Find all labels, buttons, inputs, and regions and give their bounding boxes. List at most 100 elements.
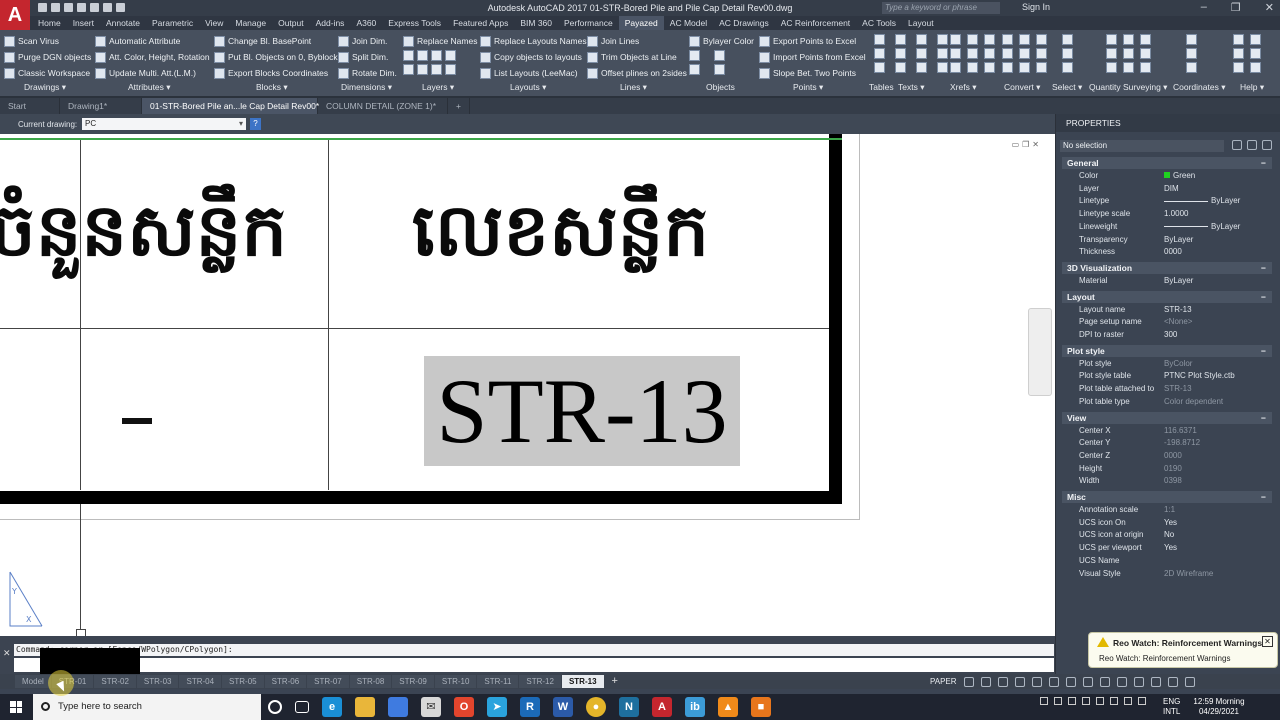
layout-tab-str-11[interactable]: STR-11 [477, 675, 519, 688]
drawing-settings-icon[interactable]: ? [250, 118, 261, 130]
close-icon[interactable]: ✕ [3, 648, 11, 659]
property-value[interactable]: 0000 [1164, 246, 1182, 259]
layer-tools-grid[interactable] [403, 50, 456, 75]
quick-access-toolbar[interactable] [38, 3, 125, 12]
convert-grid[interactable] [1002, 34, 1047, 73]
property-row-center-y[interactable]: Center Y -198.8712 [1062, 437, 1272, 450]
collapse-icon[interactable]: − [1261, 345, 1266, 357]
annotation-icon[interactable] [1082, 676, 1093, 687]
save-as-icon[interactable] [77, 3, 86, 12]
isolate-icon[interactable] [1133, 676, 1144, 687]
grip-handle[interactable] [76, 629, 86, 636]
tab-express-tools[interactable]: Express Tools [382, 16, 447, 30]
redo-icon[interactable] [116, 3, 125, 12]
tab-parametric[interactable]: Parametric [146, 16, 199, 30]
app-orange-icon[interactable]: ■ [751, 697, 771, 717]
store-icon[interactable] [388, 697, 408, 717]
ribbon-button-automatic-attribute[interactable]: Automatic Attribute [95, 33, 210, 49]
property-row-linetype-scale[interactable]: Linetype scale 1.0000 [1062, 208, 1272, 221]
ribbon-button-list-layouts-leemac[interactable]: List Layouts (LeeMac) [480, 65, 587, 81]
property-value[interactable]: 0000 [1164, 450, 1182, 463]
sheet-number-value[interactable]: STR-13 [424, 356, 740, 466]
clock[interactable]: 12:59 Morning 04/29/2021 [1192, 697, 1246, 717]
tab-output[interactable]: Output [272, 16, 310, 30]
tab-home[interactable]: Home [32, 16, 67, 30]
taskbar-search-input[interactable]: Type here to search [33, 694, 261, 720]
minimize-icon[interactable]: ▭ [1012, 140, 1020, 149]
property-value[interactable]: ByLayer [1164, 234, 1193, 247]
hardware-icon[interactable] [1150, 676, 1161, 687]
section-layout[interactable]: Layout − [1062, 290, 1272, 303]
ribbon-group-texts[interactable]: Texts ▾ [898, 82, 924, 93]
restore-icon[interactable]: ❐ [1022, 140, 1029, 149]
property-row-layer[interactable]: Layer DIM [1062, 183, 1272, 196]
snap-icon[interactable] [980, 676, 991, 687]
property-row-transparency[interactable]: Transparency ByLayer [1062, 234, 1272, 247]
revit-icon[interactable]: R [520, 697, 540, 717]
open-icon[interactable] [51, 3, 60, 12]
osnap-icon[interactable] [1031, 676, 1042, 687]
app-menu-logo[interactable]: A [0, 0, 30, 30]
reo-watch-notification[interactable]: Reo Watch: Reinforcement Warnings Reo Wa… [1088, 632, 1278, 668]
sheet-number-heading[interactable]: លេខសន្លឹក [412, 194, 709, 266]
property-value[interactable]: 1.0000 [1164, 208, 1188, 221]
property-row-plot-table-type[interactable]: Plot table type Color dependent [1062, 396, 1272, 409]
plus-icon[interactable] [1116, 676, 1127, 687]
tab-insert[interactable]: Insert [67, 16, 100, 30]
tab-add-ins[interactable]: Add-ins [310, 16, 351, 30]
layout-tab-str-06[interactable]: STR-06 [264, 675, 307, 688]
print-icon[interactable] [90, 3, 99, 12]
command-input[interactable] [14, 658, 1054, 672]
tab-performance[interactable]: Performance [558, 16, 619, 30]
tray-icon[interactable] [1082, 697, 1090, 705]
layout-tab-str-07[interactable]: STR-07 [307, 675, 349, 688]
property-row-center-z[interactable]: Center Z 0000 [1062, 450, 1272, 463]
property-row-ucs-name[interactable]: UCS Name [1062, 555, 1272, 568]
minimize-icon[interactable]: – [1201, 1, 1207, 14]
property-value[interactable]: Color dependent [1164, 396, 1223, 409]
customize-icon[interactable] [1184, 676, 1195, 687]
property-row-plot-table-attached-to[interactable]: Plot table attached to STR-13 [1062, 383, 1272, 396]
property-value[interactable]: ByLayer [1164, 275, 1193, 288]
transparency-icon[interactable] [1065, 676, 1076, 687]
chrome-icon[interactable]: ● [586, 697, 606, 717]
tables-texts-grid[interactable] [874, 34, 948, 73]
property-row-plot-style-table[interactable]: Plot style table PTNC Plot Style.ctb [1062, 370, 1272, 383]
ribbon-group-tables[interactable]: Tables [869, 82, 894, 92]
property-value[interactable]: ByColor [1164, 358, 1192, 371]
save-icon[interactable] [64, 3, 73, 12]
property-value[interactable]: ByLayer [1164, 221, 1240, 234]
mail-icon[interactable]: ✉ [421, 697, 441, 717]
ribbon-button-change-bl-basepoint[interactable]: Change Bl. BasePoint [214, 33, 338, 49]
ribbon-button-scan-virus[interactable]: Scan Virus [4, 33, 91, 49]
clean-screen-icon[interactable] [1167, 676, 1178, 687]
section-3d-visualization[interactable]: 3D Visualization − [1062, 261, 1272, 274]
ribbon-group-layouts[interactable]: Layouts ▾ [510, 82, 546, 93]
ribbon-button-offset-plines-on-2sides[interactable]: Offset plines on 2sides [587, 65, 687, 81]
drawing-canvas[interactable]: ចំនួនសន្លឹក លេខសន្លឹក STR-13 Y X ▭ ❐ ✕ [0, 134, 1055, 636]
edge-icon[interactable]: e [322, 697, 342, 717]
file-explorer-icon[interactable] [355, 697, 375, 717]
restore-icon[interactable]: ❐ [1231, 1, 1241, 14]
polar-icon[interactable] [1014, 676, 1025, 687]
ribbon-group-lines[interactable]: Lines ▾ [620, 82, 647, 93]
ortho-icon[interactable] [997, 676, 1008, 687]
quick-select-icon[interactable] [1262, 140, 1272, 150]
new-tab-button[interactable]: + [448, 98, 470, 114]
select-objects-icon[interactable] [1247, 140, 1257, 150]
office-icon[interactable]: O [454, 697, 474, 717]
ribbon-button-join-dim[interactable]: Join Dim. [338, 33, 397, 49]
ribbon-group-help[interactable]: Help ▾ [1240, 82, 1264, 93]
ribbon-button-import-points-from-excel[interactable]: Import Points from Excel [759, 49, 866, 65]
property-value[interactable]: 2D Wireframe [1164, 568, 1213, 581]
current-drawing-select[interactable]: PC ▾ [82, 118, 246, 130]
tray-icon[interactable] [1054, 697, 1062, 705]
xrefs-grid[interactable] [950, 34, 995, 73]
property-value[interactable]: DIM [1164, 183, 1179, 196]
property-value[interactable]: 0190 [1164, 463, 1182, 476]
document-tab[interactable]: Start [0, 98, 60, 114]
app-icon[interactable]: ib [685, 697, 705, 717]
cortana-icon[interactable] [268, 700, 282, 714]
property-row-center-x[interactable]: Center X 116.6371 [1062, 425, 1272, 438]
ribbon-button-trim-objects-at-line[interactable]: Trim Objects at Line [587, 49, 687, 65]
